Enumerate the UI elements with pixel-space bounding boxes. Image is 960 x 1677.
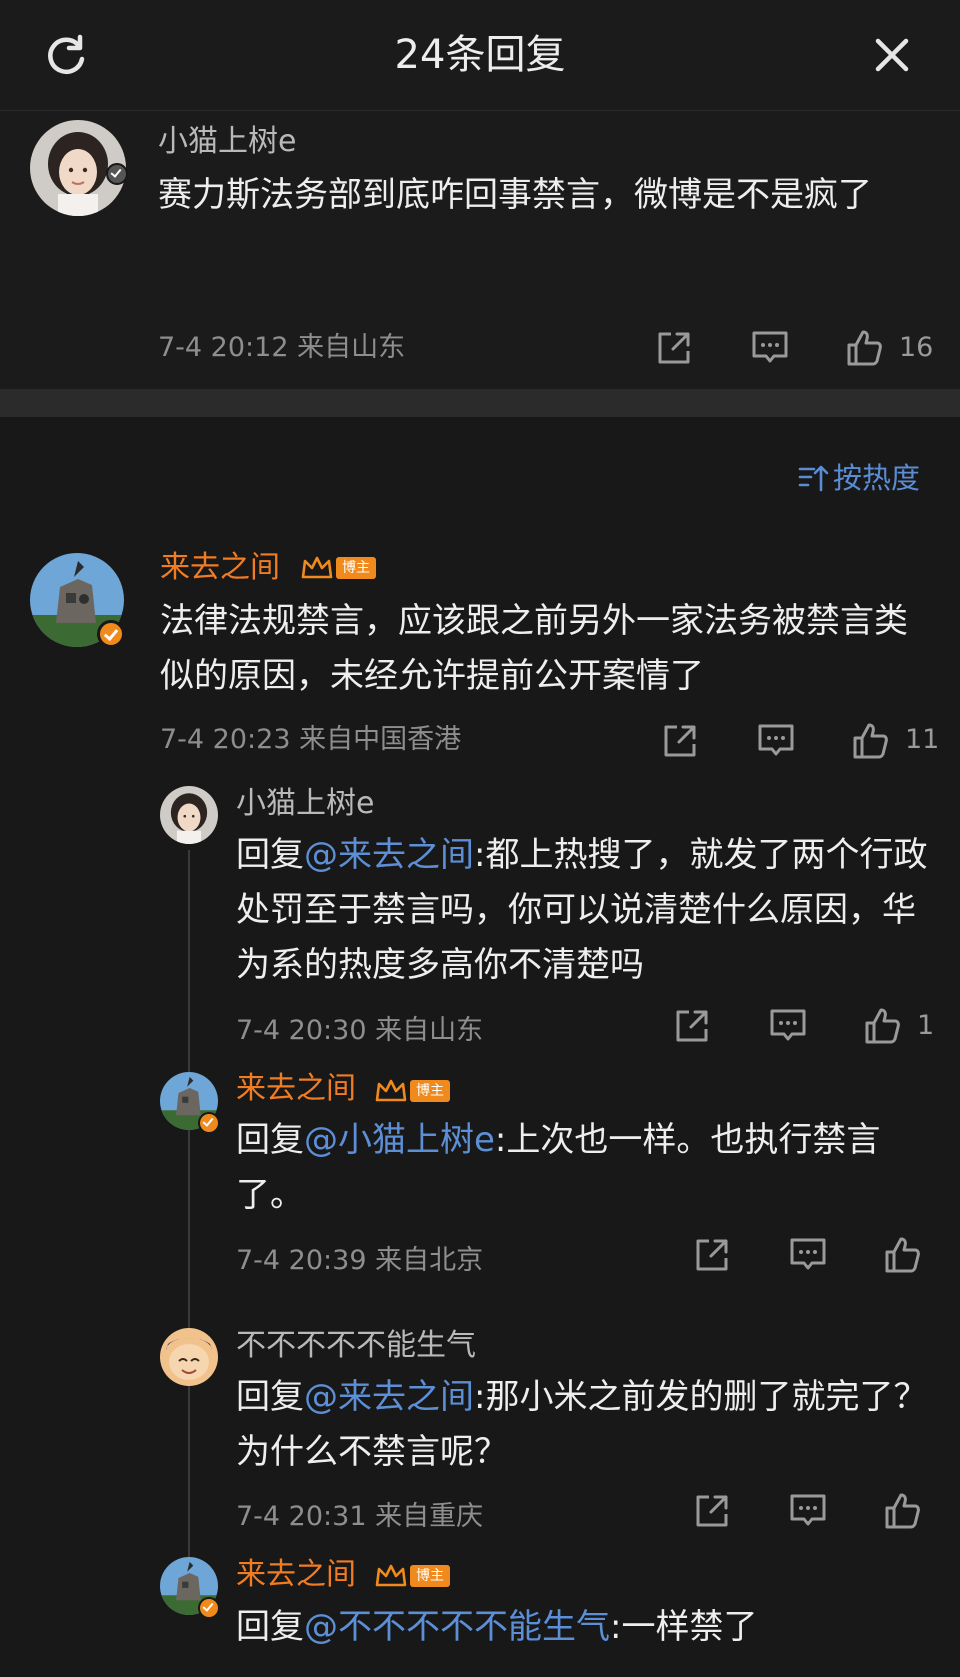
- thumbs-up-icon: [865, 1008, 900, 1044]
- blogger-tag: 博主: [410, 1080, 450, 1102]
- comment-meta: 7-4 20:23 来自中国香港: [160, 724, 462, 755]
- thumbs-up-icon: [847, 330, 882, 366]
- blogger-tag: 博主: [410, 1565, 450, 1587]
- close-button[interactable]: [864, 27, 920, 83]
- reply-prefix: 回复: [236, 835, 304, 875]
- username[interactable]: 小猫上树e: [236, 784, 374, 824]
- like-button[interactable]: [842, 326, 886, 370]
- comment-button[interactable]: [766, 1004, 810, 1048]
- avatar[interactable]: [160, 1328, 218, 1386]
- comment-meta: 7-4 20:30 来自山东: [236, 1015, 484, 1046]
- reply-prefix: 回复: [236, 1120, 304, 1160]
- page-title: 24条回复: [394, 32, 566, 78]
- like-button[interactable]: [880, 1489, 924, 1533]
- sort-label: 按热度: [832, 461, 920, 495]
- share-icon: [676, 1010, 708, 1042]
- blogger-badge: 博主: [374, 1078, 450, 1104]
- comment-text: 回复@小猫上树e:上次也一样。也执行禁言了。: [236, 1113, 936, 1223]
- share-icon: [664, 725, 696, 757]
- username[interactable]: 来去之间: [160, 548, 280, 588]
- username[interactable]: 来去之间: [236, 1069, 356, 1109]
- comment-meta: 7-4 20:31 来自重庆: [236, 1501, 484, 1532]
- username[interactable]: 来去之间: [236, 1555, 356, 1595]
- like-count: 11: [905, 724, 940, 755]
- comment-icon: [770, 1009, 806, 1041]
- thumbs-up-icon: [885, 1237, 920, 1273]
- share-icon: [696, 1239, 728, 1271]
- comment-text: 赛力斯法务部到底咋回事禁言，微博是不是疯了: [158, 175, 872, 215]
- status-badge: [106, 163, 128, 185]
- reply-body: :一样禁了: [610, 1607, 758, 1647]
- verified-v-icon: [198, 1112, 220, 1134]
- like-button[interactable]: [860, 1004, 904, 1048]
- sort-icon: [798, 465, 829, 492]
- sort-button[interactable]: 按热度: [797, 458, 920, 498]
- comment-button[interactable]: [748, 326, 792, 370]
- comment-text: 回复@不不不不不能生气:一样禁了: [236, 1600, 936, 1655]
- like-button[interactable]: [848, 719, 892, 763]
- share-button[interactable]: [652, 326, 696, 370]
- comment-icon: [752, 331, 788, 363]
- blogger-tag: 博主: [336, 557, 376, 579]
- mention-link[interactable]: @不不不不不能生气: [304, 1607, 610, 1647]
- mention-link[interactable]: @来去之间: [304, 1377, 474, 1417]
- thumbs-up-icon: [853, 723, 888, 759]
- thread-line: [188, 850, 190, 1590]
- comment-meta: 7-4 20:12 来自山东: [158, 332, 406, 363]
- root-comment: [0, 111, 960, 389]
- reply-prefix: 回复: [236, 1377, 304, 1417]
- like-count: 16: [899, 332, 934, 363]
- comment-icon: [758, 724, 794, 756]
- comment-text: 回复@来去之间:都上热搜了，就发了两个行政处罚至于禁言吗，你可以说清楚什么原因，…: [236, 828, 936, 993]
- thumbs-up-icon: [885, 1493, 920, 1529]
- crown-icon: [375, 1564, 407, 1587]
- verified-v-icon: [97, 620, 125, 648]
- avatar[interactable]: [160, 786, 218, 844]
- comment-text: 法律法规禁言，应该跟之前另外一家法务被禁言类似的原因，未经允许提前公开案情了: [160, 601, 908, 696]
- comment-button[interactable]: [786, 1233, 830, 1277]
- comment-meta: 7-4 20:39 来自北京: [236, 1245, 484, 1276]
- comment-icon: [790, 1238, 826, 1270]
- username[interactable]: 小猫上树e: [158, 122, 296, 162]
- reply-prefix: 回复: [236, 1607, 304, 1647]
- like-button[interactable]: [880, 1233, 924, 1277]
- crown-icon: [301, 556, 333, 579]
- crown-icon: [375, 1079, 407, 1102]
- mention-link[interactable]: @来去之间: [304, 835, 474, 875]
- share-button[interactable]: [690, 1233, 734, 1277]
- username[interactable]: 不不不不不能生气: [236, 1326, 476, 1366]
- mention-link[interactable]: @小猫上树e: [304, 1120, 495, 1160]
- comment-text: 回复@来去之间:那小米之前发的删了就完了？为什么不禁言呢？: [236, 1370, 936, 1480]
- verified-v-icon: [198, 1597, 220, 1619]
- share-icon: [658, 332, 690, 364]
- share-icon: [696, 1495, 728, 1527]
- share-button[interactable]: [670, 1004, 714, 1048]
- comment-button[interactable]: [754, 719, 798, 763]
- header-bar: 24条回复: [0, 0, 960, 111]
- comment-icon: [790, 1494, 826, 1526]
- share-button[interactable]: [658, 719, 702, 763]
- comment-button[interactable]: [786, 1489, 830, 1533]
- blogger-badge: 博主: [374, 1563, 450, 1589]
- divider: [0, 389, 960, 417]
- blogger-badge: 博主: [300, 555, 376, 581]
- close-icon: [875, 38, 909, 72]
- like-count: 1: [917, 1010, 935, 1041]
- share-button[interactable]: [690, 1489, 734, 1533]
